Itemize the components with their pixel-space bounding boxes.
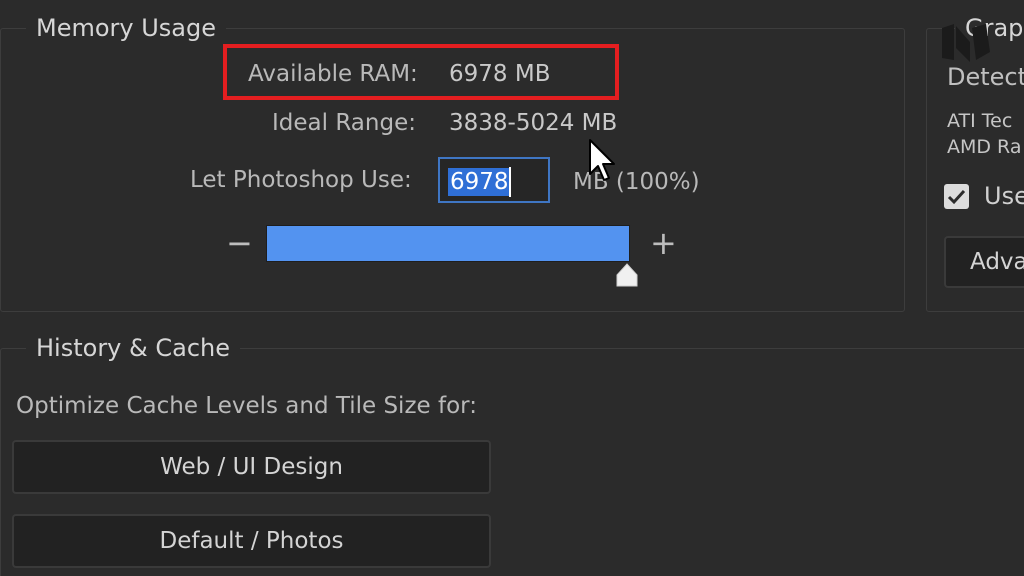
available-ram-value: 6978 MB: [449, 61, 551, 87]
optimize-cache-label: Optimize Cache Levels and Tile Size for:: [16, 393, 477, 419]
advanced-settings-button[interactable]: Adva: [944, 236, 1024, 288]
watermark-logo-icon: [942, 24, 990, 62]
default-photos-button[interactable]: Default / Photos: [12, 514, 491, 568]
slider-thumb-icon[interactable]: [614, 262, 640, 288]
mouse-pointer-icon: [589, 139, 615, 181]
preferences-performance-panel: Memory Usage Available RAM: 6978 MB Idea…: [0, 0, 1024, 576]
web-ui-design-button[interactable]: Web / UI Design: [12, 440, 491, 494]
ideal-range-label: Ideal Range:: [272, 110, 416, 136]
decrease-memory-button[interactable]: −: [226, 227, 253, 259]
history-cache-title: History & Cache: [26, 334, 240, 362]
memory-amount-input[interactable]: 6978: [438, 157, 550, 203]
gpu-name-line1: ATI Tec: [947, 110, 1013, 132]
memory-usage-title: Memory Usage: [26, 14, 227, 42]
increase-memory-button[interactable]: +: [650, 227, 677, 259]
use-graphics-processor-checkbox[interactable]: [944, 184, 969, 209]
ideal-range-value: 3838-5024 MB: [449, 110, 618, 136]
checkmark-icon: [947, 189, 966, 205]
memory-slider-fill: [267, 226, 629, 261]
detected-processor-label: Detect: [947, 63, 1024, 91]
available-ram-label: Available RAM:: [248, 61, 418, 87]
gpu-name-line2: AMD Ra: [947, 136, 1022, 158]
memory-amount-selected-text: 6978: [448, 168, 511, 196]
memory-slider-track[interactable]: [266, 225, 630, 262]
text-caret: [509, 167, 511, 197]
let-photoshop-use-label: Let Photoshop Use:: [190, 167, 412, 193]
use-graphics-processor-label: Use: [984, 182, 1024, 210]
